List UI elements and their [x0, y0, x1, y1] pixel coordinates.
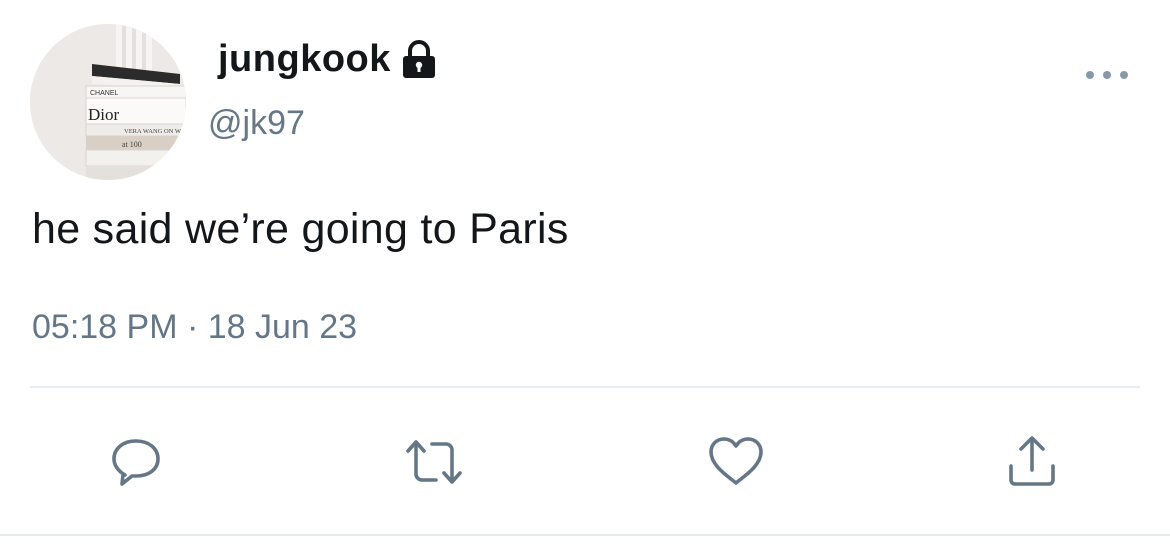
- avatar-image: CHANEL Dior VERA WANG ON W at 100: [30, 24, 186, 180]
- avatar[interactable]: CHANEL Dior VERA WANG ON W at 100: [30, 24, 186, 180]
- user-handle[interactable]: @jk97: [208, 104, 305, 143]
- more-dot: [1086, 71, 1094, 79]
- reply-icon: [112, 439, 160, 486]
- lock-icon: [401, 39, 437, 80]
- tweet-text: he said we’re going to Paris: [32, 205, 569, 253]
- more-icon[interactable]: [1086, 66, 1128, 84]
- more-dot: [1103, 71, 1111, 79]
- retweet-button[interactable]: [404, 432, 464, 492]
- retweet-icon: [406, 440, 462, 484]
- more-dot: [1120, 71, 1128, 79]
- display-name-row[interactable]: jungkook: [218, 38, 437, 81]
- like-button[interactable]: [706, 432, 766, 492]
- heart-icon: [709, 437, 763, 485]
- tweet-timestamp[interactable]: 05:18 PM · 18 Jun 23: [32, 308, 357, 347]
- book-spine-label: CHANEL: [90, 90, 119, 97]
- book-spine-label: Dior: [88, 105, 120, 124]
- book-spine-label: at 100: [122, 140, 142, 149]
- bottom-border: [0, 534, 1170, 536]
- reply-button[interactable]: [106, 432, 166, 492]
- display-name[interactable]: jungkook: [218, 38, 391, 81]
- book-spine-label: VERA WANG ON W: [124, 128, 182, 135]
- share-icon: [1009, 436, 1055, 486]
- divider: [30, 386, 1140, 388]
- share-button[interactable]: [1002, 432, 1062, 492]
